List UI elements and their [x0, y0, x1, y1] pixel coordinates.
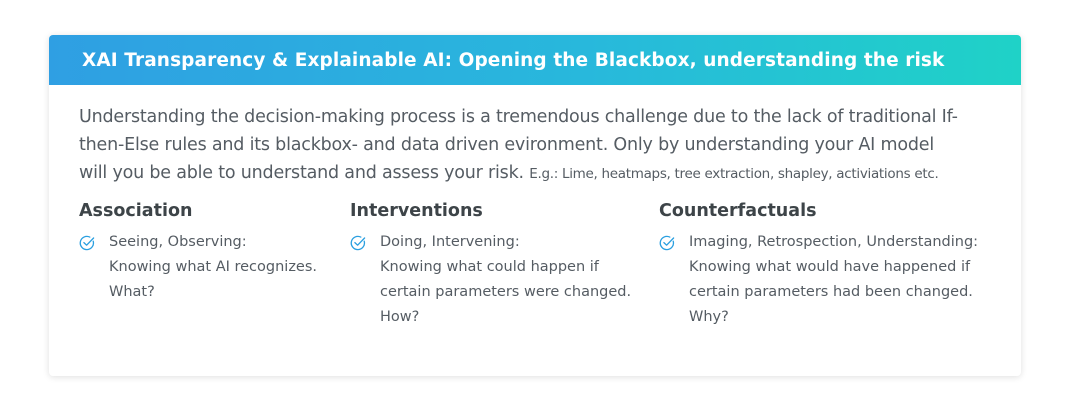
column-line: Why? [689, 309, 729, 325]
column-title: Counterfactuals [659, 201, 817, 221]
column-item: Doing, Intervening: Knowing what could h… [350, 232, 650, 330]
column-title: Interventions [350, 201, 483, 221]
check-circle-icon [79, 235, 95, 251]
column-line: Knowing what could happen if [380, 259, 599, 275]
column-title: Association [79, 201, 193, 221]
column-text: Doing, Intervening: Knowing what could h… [380, 230, 631, 330]
card-title: XAI Transparency & Explainable AI: Openi… [82, 49, 945, 71]
column-counterfactuals: Counterfactuals Imaging, Retrospection, … [659, 198, 1004, 330]
column-line: Knowing what would have happened if [689, 259, 971, 275]
column-line: How? [380, 309, 420, 325]
column-item: Seeing, Observing: Knowing what AI recog… [79, 232, 339, 305]
check-circle-icon [659, 235, 675, 251]
intro-line-2: then-Else rules and its blackbox- and da… [79, 135, 934, 155]
intro-examples: E.g.: Lime, heatmaps, tree extraction, s… [529, 166, 939, 182]
column-text: Seeing, Observing: Knowing what AI recog… [109, 230, 317, 305]
column-line: Imaging, Retrospection, Understanding: [689, 234, 979, 250]
column-line: certain parameters had been changed. [689, 284, 973, 300]
column-line: Doing, Intervening: [380, 234, 520, 250]
columns: Association Seeing, Observing: Knowing w… [79, 198, 1001, 348]
column-item: Imaging, Retrospection, Understanding: K… [659, 232, 1004, 330]
column-line: Seeing, Observing: [109, 234, 247, 250]
check-circle-icon [350, 235, 366, 251]
intro-line-3: will you be able to understand and asses… [79, 163, 524, 183]
column-line: What? [109, 284, 155, 300]
column-line: Knowing what AI recognizes. [109, 259, 318, 275]
intro-paragraph: Understanding the decision-making proces… [79, 103, 997, 188]
xai-card: XAI Transparency & Explainable AI: Openi… [49, 35, 1021, 376]
column-line: certain parameters were changed. [380, 284, 632, 300]
intro-line-1: Understanding the decision-making proces… [79, 107, 958, 127]
column-text: Imaging, Retrospection, Understanding: K… [689, 230, 978, 330]
column-association: Association Seeing, Observing: Knowing w… [79, 198, 339, 305]
column-interventions: Interventions Doing, Intervening: Knowin… [350, 198, 650, 330]
card-body: Understanding the decision-making proces… [49, 85, 1021, 348]
card-header: XAI Transparency & Explainable AI: Openi… [49, 35, 1021, 85]
